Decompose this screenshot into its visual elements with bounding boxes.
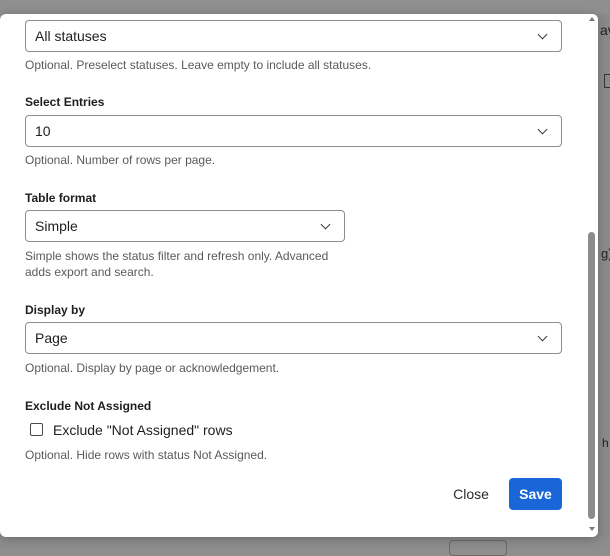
entries-select[interactable]: 10: [25, 115, 562, 147]
table-format-select[interactable]: Simple: [25, 210, 345, 242]
statuses-select-value: All statuses: [35, 28, 107, 44]
entries-label: Select Entries: [25, 95, 105, 109]
background-icon-fragment: [604, 74, 610, 88]
background-page-bottom: [0, 537, 610, 550]
background-text-fragment: g): [601, 246, 610, 261]
chevron-down-icon: [537, 331, 548, 342]
scroll-down-arrow-icon[interactable]: [589, 527, 595, 531]
statuses-help-text: Optional. Preselect statuses. Leave empt…: [25, 58, 372, 72]
display-by-label: Display by: [25, 303, 86, 317]
chevron-down-icon: [320, 219, 331, 230]
chevron-down-icon: [537, 29, 548, 40]
table-format-help-text: Simple shows the status filter and refre…: [25, 249, 329, 279]
background-text-fragment: h: [602, 436, 609, 450]
background-page-edge: [598, 14, 610, 550]
close-button[interactable]: Close: [447, 478, 495, 510]
background-control-fragment: [449, 540, 507, 556]
scrollbar[interactable]: [586, 14, 598, 537]
save-button[interactable]: Save: [509, 478, 562, 510]
scroll-up-arrow-icon[interactable]: [589, 17, 595, 21]
table-format-label: Table format: [25, 191, 97, 205]
exclude-label: Exclude Not Assigned: [25, 399, 152, 413]
scrollbar-thumb[interactable]: [588, 232, 595, 519]
settings-modal: All statuses Optional. Preselect statuse…: [0, 14, 598, 537]
statuses-select[interactable]: All statuses: [25, 20, 562, 52]
entries-help-text: Optional. Number of rows per page.: [25, 153, 216, 167]
exclude-not-assigned-checkbox[interactable]: [30, 423, 43, 436]
table-format-select-value: Simple: [35, 218, 78, 234]
entries-select-value: 10: [35, 123, 51, 139]
display-by-select[interactable]: Page: [25, 322, 562, 354]
display-by-help-text: Optional. Display by page or acknowledge…: [25, 361, 280, 375]
display-by-select-value: Page: [35, 330, 68, 346]
background-text-fragment: av: [600, 22, 610, 38]
chevron-down-icon: [537, 124, 548, 135]
exclude-checkbox-label[interactable]: Exclude "Not Assigned" rows: [53, 422, 233, 438]
exclude-help-text: Optional. Hide rows with status Not Assi…: [25, 448, 268, 462]
